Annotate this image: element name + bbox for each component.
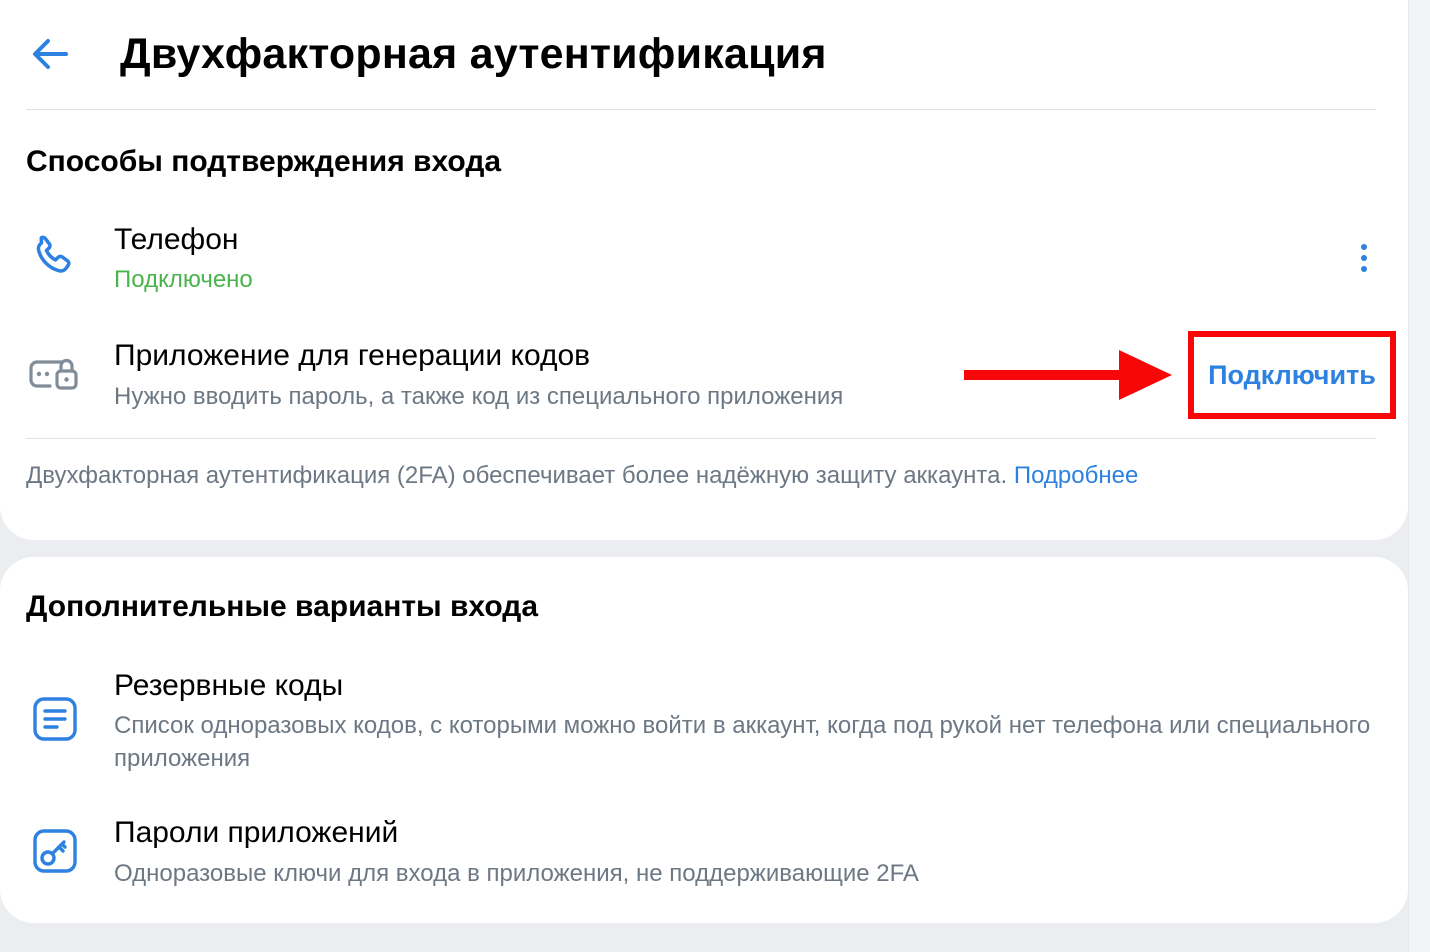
section-title-extra: Дополнительные варианты входа bbox=[26, 590, 539, 623]
extra-login-card: Дополнительные варианты входа Резервные … bbox=[0, 557, 1408, 923]
status-connected: Подключено bbox=[114, 266, 253, 293]
document-list-icon bbox=[26, 690, 84, 748]
list-item-subtitle: Нужно вводить пароль, а также код из спе… bbox=[114, 383, 844, 410]
connect-button[interactable]: Подключить bbox=[1188, 331, 1396, 419]
phone-icon bbox=[26, 228, 84, 286]
list-item-title: Резервные коды bbox=[114, 669, 344, 702]
divider bbox=[26, 438, 1376, 439]
info-description: Двухфакторная аутентификация (2FA) обесп… bbox=[26, 462, 1008, 489]
scrollbar-track[interactable] bbox=[1408, 0, 1430, 952]
more-info-link[interactable]: Подробнее bbox=[1014, 462, 1138, 489]
key-icon bbox=[26, 822, 84, 880]
page-title: Двухфакторная аутентификация bbox=[120, 30, 827, 78]
info-text: Двухфакторная аутентификация (2FA) обесп… bbox=[26, 462, 1138, 490]
code-generator-lock-icon bbox=[26, 345, 84, 403]
list-item-subtitle: Одноразовые ключи для входа в приложения… bbox=[114, 860, 919, 887]
list-item-subtitle: Список одноразовых кодов, с которыми мож… bbox=[114, 712, 1371, 772]
list-item-title: Приложение для генерации кодов bbox=[114, 339, 591, 372]
arrow-left-icon[interactable] bbox=[28, 34, 72, 74]
page-header: Двухфакторная аутентификация bbox=[0, 0, 1408, 110]
more-vertical-icon[interactable] bbox=[1344, 236, 1384, 280]
annotation-arrow bbox=[964, 350, 1172, 400]
two-factor-card: Двухфакторная аутентификация Способы под… bbox=[0, 0, 1408, 540]
list-item-title: Телефон bbox=[114, 223, 239, 256]
list-item-title: Пароли приложений bbox=[114, 816, 399, 849]
divider bbox=[26, 109, 1376, 110]
section-title-confirm: Способы подтверждения входа bbox=[26, 145, 502, 178]
